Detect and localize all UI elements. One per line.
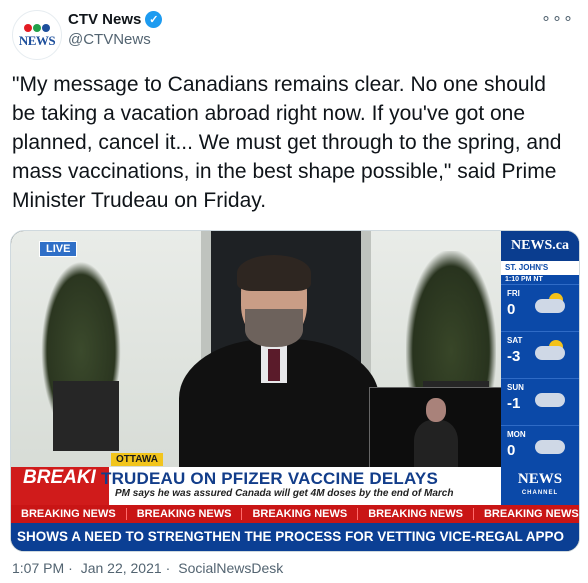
account-name-row[interactable]: CTV News ✓ bbox=[68, 11, 163, 28]
live-badge: LIVE bbox=[39, 241, 78, 257]
news-ticker: SHOWS A NEED TO STRENGTHEN THE PROCESS F… bbox=[11, 523, 579, 551]
channel-logo: NEWS CHANNEL bbox=[501, 467, 579, 505]
tweet-meta: 1:07 PM · Jan 22, 2021 · SocialNewsDesk bbox=[12, 560, 284, 576]
breaking-badge: BREAKI bbox=[11, 467, 109, 505]
tweet-source[interactable]: SocialNewsDesk bbox=[178, 560, 283, 576]
cloud-icon bbox=[535, 299, 565, 313]
left-planter bbox=[53, 381, 119, 451]
cloud-icon bbox=[535, 440, 565, 454]
account-handle[interactable]: @CTVNews bbox=[68, 31, 151, 48]
sidebar-brand: NEWS.ca bbox=[501, 231, 579, 261]
avatar-text: NEWS bbox=[18, 32, 56, 48]
ctv-logo-icon bbox=[24, 23, 50, 34]
tweet-time[interactable]: 1:07 PM bbox=[12, 560, 64, 576]
weather-day: SUN -1 bbox=[501, 378, 579, 425]
more-dots-icon[interactable]: ∘∘∘ bbox=[541, 8, 574, 28]
speaker bbox=[179, 255, 379, 471]
avatar[interactable]: NEWS bbox=[12, 10, 62, 60]
tweet-date[interactable]: Jan 22, 2021 bbox=[81, 560, 162, 576]
verified-badge-icon: ✓ bbox=[145, 11, 163, 28]
tweet-text: "My message to Canadians remains clear. … bbox=[12, 73, 562, 212]
sign-language-interpreter bbox=[369, 387, 503, 473]
tweet-media[interactable]: LIVE NEWS.ca ST. JOHN'S 1:10 PM NT FRI 0… bbox=[10, 230, 580, 552]
weather-city: ST. JOHN'S bbox=[501, 261, 579, 275]
cloud-icon bbox=[535, 346, 565, 360]
headline: TRUDEAU ON PFIZER VACCINE DELAYS bbox=[101, 469, 438, 488]
video-scene: LIVE bbox=[11, 231, 503, 473]
tweet: NEWS CTV News ✓ @CTVNews ∘∘∘ "My message… bbox=[0, 0, 588, 583]
weather-day: SAT -3 bbox=[501, 331, 579, 378]
weather-time: 1:10 PM NT bbox=[501, 275, 579, 284]
breaking-crawl: BREAKING NEWS BREAKING NEWS BREAKING NEWS B… bbox=[11, 505, 579, 523]
weather-sidebar: NEWS.ca ST. JOHN'S 1:10 PM NT FRI 0 SAT … bbox=[501, 231, 579, 491]
weather-day: MON 0 bbox=[501, 425, 579, 472]
subhead: PM says he was assured Canada will get 4… bbox=[115, 488, 454, 499]
account-name[interactable]: CTV News bbox=[68, 11, 141, 28]
location-tag: OTTAWA bbox=[111, 453, 164, 466]
lower-third: BREAKI TRUDEAU ON PFIZER VACCINE DELAYS … bbox=[11, 467, 579, 505]
cloud-icon bbox=[535, 393, 565, 407]
weather-day: FRI 0 bbox=[501, 284, 579, 331]
